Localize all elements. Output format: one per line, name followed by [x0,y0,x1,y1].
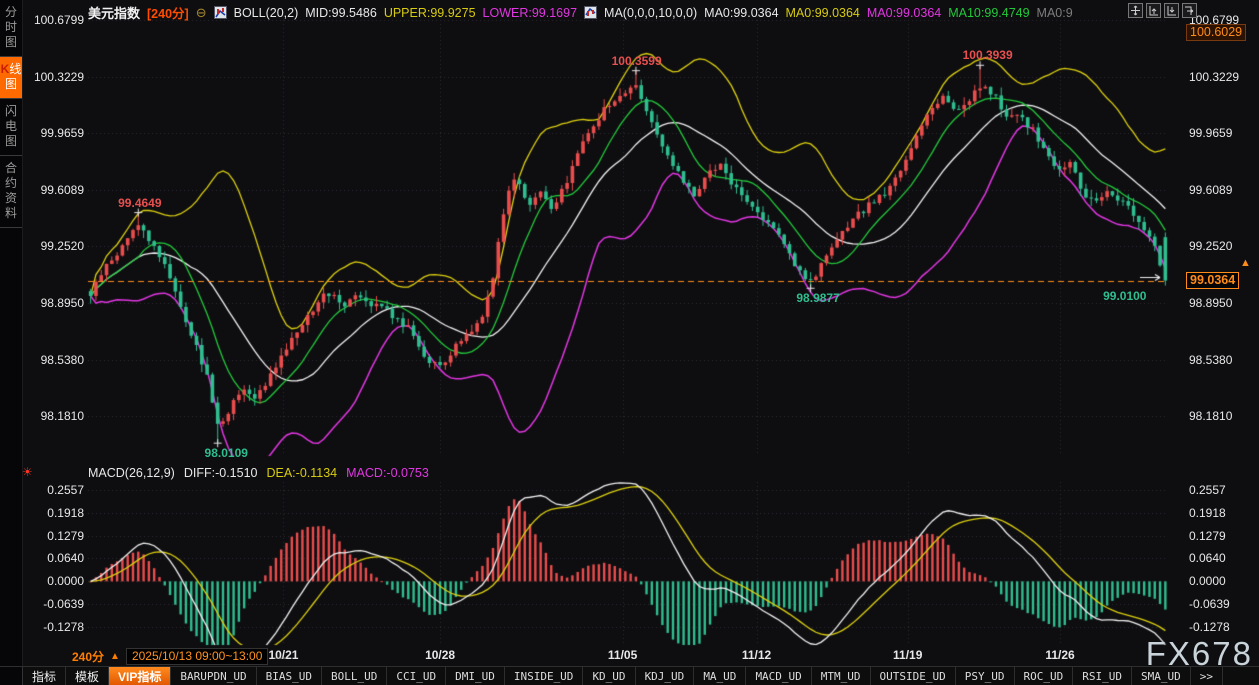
watermark: FX678 [1146,635,1253,673]
boll-lower-value: LOWER:99.1697 [483,6,578,20]
price-up-triangle-icon: ▲ [1240,257,1251,269]
indicator-tab[interactable]: BARUPDN_UD [171,667,256,685]
tab-template[interactable]: 模板 [66,667,109,685]
boll-label: BOLL(20,2) [234,6,299,20]
indicator-tab-strip: BARUPDN_UDBIAS_UDBOLL_UDCCI_UDDMI_UDINSI… [171,667,1190,685]
sidebar-item-contract-info[interactable]: 合约资料 [0,156,22,228]
session-high-badge: 100.6029 [1186,24,1246,41]
ma0-white-value: MA0:99.0364 [704,6,778,20]
chart-tools [1128,3,1197,18]
toolbar-corner [0,667,23,685]
indicator-tab[interactable]: BOLL_UD [322,667,387,685]
chart-legend: 美元指数 [240分] ⊖ BOLL(20,2) MID:99.5486 UPP… [88,3,1123,22]
status-bar: 240分 ▲ 2025/10/13 09:00~13:00 — [72,648,286,665]
boll-indicator-icon[interactable] [214,6,227,19]
indicator-tab[interactable]: MTM_UD [812,667,871,685]
status-period-label[interactable]: 240分 [72,648,104,665]
bottom-toolbar: 指标 模板 VIP指标 BARUPDN_UDBIAS_UDBOLL_UDCCI_… [0,666,1259,685]
macd-legend: MACD(26,12,9) DIFF:-0.1510 DEA:-0.1134 M… [88,466,429,480]
symbol-name: 美元指数 [88,3,140,22]
sidebar: 分时图 K线图 闪电图 合约资料 [0,0,23,685]
period-tag: [240分] [147,3,189,22]
indicator-settings-icon[interactable]: ☀ [22,465,33,479]
boll-upper-value: UPPER:99.9275 [384,6,476,20]
ma0-magenta-value: MA0:99.0364 [867,6,941,20]
indicator-tab[interactable]: DMI_UD [446,667,505,685]
tab-indicator[interactable]: 指标 [23,667,66,685]
sidebar-item-flash-chart[interactable]: 闪电图 [0,99,22,156]
indicator-tab[interactable]: CCI_UD [387,667,446,685]
ma0-yellow-value: MA0:99.0364 [786,6,860,20]
period-up-triangle-icon: ▲ [110,651,120,662]
indicator-tab[interactable]: ROC_UD [1015,667,1074,685]
sidebar-item-kline-chart[interactable]: K线图 [0,57,22,99]
indicator-tab[interactable]: MA_UD [694,667,746,685]
collapse-icon[interactable]: ⊖ [196,5,207,21]
macd-dea-value: DEA:-0.1134 [266,466,337,480]
boll-mid-value: MID:99.5486 [305,6,377,20]
indicator-tab[interactable]: PSY_UD [956,667,1015,685]
move-icon[interactable] [1128,3,1143,18]
ma-label: MA(0,0,0,10,0,0) [604,6,697,20]
macd-macd-value: MACD:-0.0753 [346,466,429,480]
indicator-tab[interactable]: MACD_UD [746,667,811,685]
indicator-tab[interactable]: BIAS_UD [257,667,322,685]
indicator-tab[interactable]: KD_UD [583,667,635,685]
app-window: 100.6799100.6799100.3229100.322999.96599… [0,0,1259,685]
indicator-tab[interactable]: OUTSIDE_UD [871,667,956,685]
tab-vip-indicator[interactable]: VIP指标 [109,667,171,685]
sidebar-item-timeline-chart[interactable]: 分时图 [0,0,22,57]
chart-canvas[interactable] [0,0,1259,685]
ma0-grey-value: MA0:9 [1037,6,1073,20]
ma10-green-value: MA10:99.4749 [948,6,1029,20]
ma-indicator-icon[interactable] [584,6,597,19]
session-range-box: 2025/10/13 09:00~13:00 [126,648,268,665]
shift-pane-icon[interactable] [1182,3,1197,18]
indicator-tab[interactable]: INSIDE_UD [505,667,584,685]
macd-diff-value: DIFF:-0.1510 [184,466,258,480]
expand-axis-icon[interactable] [1164,3,1179,18]
macd-label: MACD(26,12,9) [88,466,175,480]
indicator-tab[interactable]: KDJ_UD [636,667,695,685]
session-dash: — [274,650,286,664]
indicator-tab[interactable]: RSI_UD [1073,667,1132,685]
current-price-badge: 99.0364 [1186,272,1239,289]
compress-axis-icon[interactable] [1146,3,1161,18]
